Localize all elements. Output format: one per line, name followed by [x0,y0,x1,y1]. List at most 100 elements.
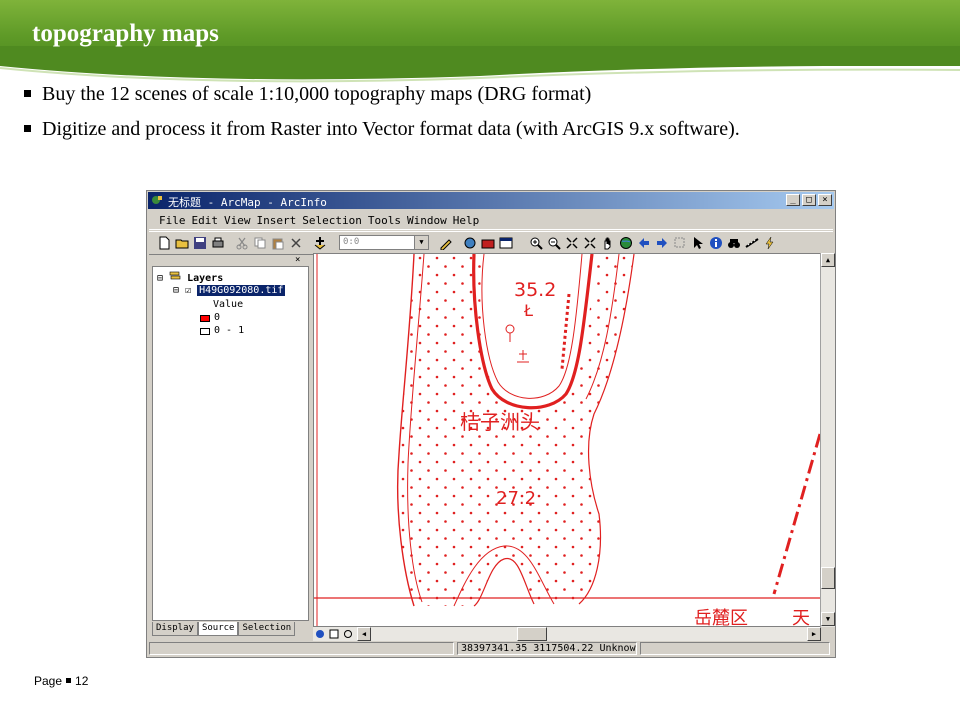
layer-name[interactable]: H49G092080.tif [197,285,286,296]
pan-hand-icon[interactable] [601,236,615,250]
menu-tools[interactable]: Tools [368,214,401,227]
layers-root-label: Layers [187,273,224,284]
layers-stack-icon [169,271,181,280]
hyperlink-lightning-icon[interactable] [763,236,777,250]
menu-help[interactable]: Help [453,214,480,227]
map-display[interactable]: 35.2 Ł 桔子洲头 27.2 岳麓区 天 [313,253,821,627]
standard-toolbar: 0:0 ▼ [149,231,833,255]
toc-tabs: Display Source Selection [152,622,296,636]
horizontal-scroll-thumb[interactable] [517,627,547,641]
status-bar: 38397341.35 3117504.22 Unknown [149,641,833,656]
arctoolbox-icon[interactable] [463,236,477,250]
map-horizontal-scrollbar[interactable]: ◀ ▶ [313,627,821,641]
scroll-left-icon[interactable]: ◀ [357,627,371,641]
bullet-square-icon [24,90,31,97]
zoom-out-icon[interactable] [547,236,561,250]
map-label-partial: 天 [792,608,810,627]
select-features-icon[interactable] [673,236,687,250]
editor-toolbar-icon[interactable] [439,236,453,250]
legend-label: 0 - 1 [214,325,245,336]
bullet-text: Digitize and process it from Raster into… [42,118,740,140]
map-label-elevation: 27.2 [496,488,536,509]
legend-label: 0 [214,312,221,323]
collapse-minus-icon[interactable]: ⊟ [157,273,163,284]
menu-file[interactable]: File [159,214,186,227]
status-message [149,642,454,655]
minimize-button[interactable]: _ [786,194,800,206]
page-label: Page [34,674,63,688]
toolbox-icon[interactable] [481,236,495,250]
data-view-globe-icon[interactable] [315,629,325,639]
page-number: 12 [75,674,89,688]
tab-source[interactable]: Source [197,622,239,636]
legend-heading: Value [213,299,244,310]
window-titlebar[interactable]: 无标题 - ArcMap - ArcInfo _ □ × [148,192,834,209]
cut-icon[interactable] [235,236,249,250]
window-controls: _ □ × [786,194,832,206]
map-label-elevation: 35.2 [514,279,556,301]
menu-bar: File Edit View Insert Selection Tools Wi… [149,211,833,230]
fixed-zoom-out-icon[interactable] [583,236,597,250]
scroll-down-icon[interactable]: ▼ [821,612,835,626]
bullet-item: Digitize and process it from Raster into… [22,115,922,143]
map-label-district: 岳麓区 [694,608,748,627]
bullet-text: Buy the 12 scenes of scale 1:10,000 topo… [42,83,592,105]
find-binoculars-icon[interactable] [727,236,741,250]
page-footer: Page 12 [34,674,88,688]
forward-arrow-icon[interactable] [655,236,669,250]
toc-close-icon[interactable]: × [295,255,300,265]
layout-view-page-icon[interactable] [329,629,339,639]
footer-square-icon [66,678,72,683]
map-label-place: 桔子洲头 [460,410,540,434]
maximize-button[interactable]: □ [802,194,816,206]
toc-layer-row[interactable]: ⊟ ☑ H49G092080.tif [173,285,286,296]
back-arrow-icon[interactable] [637,236,651,250]
scroll-up-icon[interactable]: ▲ [821,253,835,267]
table-of-contents: ⊟ Layers ⊟ ☑ H49G092080.tif Value 0 0 - … [152,266,309,621]
legend-swatch-red [200,315,210,322]
scroll-right-icon[interactable]: ▶ [807,627,821,641]
select-elements-arrow-icon[interactable] [691,236,705,250]
paste-icon[interactable] [271,236,285,250]
full-extent-globe-icon[interactable] [619,236,633,250]
menu-edit[interactable]: Edit [192,214,219,227]
window-icon[interactable] [499,236,513,250]
tab-display[interactable]: Display [152,622,198,636]
copy-icon[interactable] [253,236,267,250]
chevron-down-icon[interactable]: ▼ [414,236,428,249]
topographic-map: 35.2 Ł 桔子洲头 27.2 岳麓区 天 [314,254,820,627]
collapse-minus-icon[interactable]: ⊟ [173,285,179,296]
identify-icon[interactable] [709,236,723,250]
new-document-icon[interactable] [157,236,171,250]
legend-swatch-white [200,328,210,335]
menu-window[interactable]: Window [407,214,447,227]
zoom-in-icon[interactable] [529,236,543,250]
close-button[interactable]: × [818,194,832,206]
map-scale-dropdown[interactable]: 0:0 ▼ [339,235,429,250]
map-vertical-scrollbar[interactable]: ▲ ▼ [820,253,835,627]
measure-icon[interactable] [745,236,759,250]
bullet-square-icon [24,125,31,132]
tab-selection[interactable]: Selection [238,622,296,636]
fixed-zoom-in-icon[interactable] [565,236,579,250]
status-coordinates: 38397341.35 3117504.22 Unknown [457,642,637,655]
refresh-icon[interactable] [343,629,353,639]
add-data-icon[interactable] [313,236,327,250]
map-scale-value: 0:0 [343,237,360,247]
menu-view[interactable]: View [224,214,251,227]
scroll-thumb[interactable] [821,567,835,589]
menu-selection[interactable]: Selection [302,214,362,227]
save-icon[interactable] [193,236,207,250]
menu-insert[interactable]: Insert [257,214,297,227]
layer-visibility-checkbox[interactable]: ☑ [185,285,191,296]
toc-layers-root[interactable]: ⊟ Layers [157,271,223,284]
delete-icon[interactable] [289,236,303,250]
status-extra [640,642,830,655]
open-folder-icon[interactable] [175,236,189,250]
print-icon[interactable] [211,236,225,250]
bullet-list: Buy the 12 scenes of scale 1:10,000 topo… [22,80,922,150]
arcmap-window: 无标题 - ArcMap - ArcInfo _ □ × File Edit V… [146,190,836,658]
slide-header: topography maps [0,0,960,83]
window-title: 无标题 - ArcMap - ArcInfo [168,196,327,209]
bullet-item: Buy the 12 scenes of scale 1:10,000 topo… [22,80,922,108]
